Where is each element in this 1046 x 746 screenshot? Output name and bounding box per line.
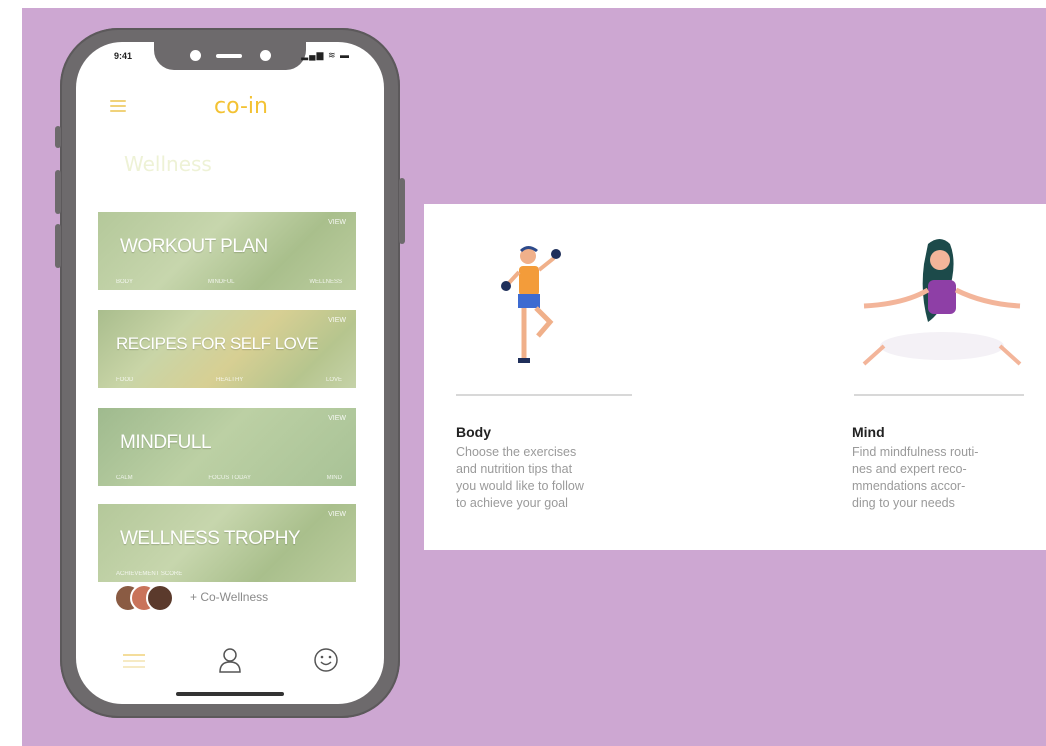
section-title: Wellness <box>124 152 212 176</box>
home-indicator <box>176 692 284 696</box>
menu-icon[interactable] <box>110 100 126 112</box>
co-wellness-label: + Co-Wellness <box>190 590 269 604</box>
profile-icon <box>219 648 241 673</box>
card-mindfull[interactable]: VIEW MINDFULL CALM FOCUS TODAY MIND <box>98 408 356 486</box>
mind-description-line: Find mindfulness routi- <box>852 445 979 459</box>
body-description-line: you would like to follow <box>456 479 584 493</box>
card-footer-label: LOVE <box>325 377 342 383</box>
info-panel: Body Choose the exercises and nutrition … <box>424 204 1046 550</box>
tab-smiley[interactable] <box>306 640 346 680</box>
card-footer-label: FOCUS TODAY <box>208 475 251 481</box>
divider-line <box>854 394 1024 396</box>
phone-mute-button <box>55 126 61 148</box>
card-footer-label: CALM <box>116 475 133 481</box>
card-footer-label: HEALTHY <box>216 377 244 383</box>
mind-title: Mind <box>852 424 885 440</box>
card-title: RECIPES FOR SELF LOVE <box>116 334 319 353</box>
phone-volume-down-button <box>55 224 61 268</box>
background-canvas: 9:41 ▂▄▆ ≋ ▬ co-in Wellness VIEW WORKOUT… <box>22 8 1046 746</box>
body-title: Body <box>456 424 491 440</box>
phone-mockup: 9:41 ▂▄▆ ≋ ▬ co-in Wellness VIEW WORKOUT… <box>55 28 405 718</box>
mind-description-line: mmendations accor- <box>852 479 966 493</box>
phone-power-button <box>399 178 405 244</box>
card-footer-label: ACHIEVEMENT SCORE <box>116 571 183 577</box>
body-description-line: and nutrition tips that <box>456 462 573 476</box>
card-footer: ACHIEVEMENT SCORE <box>116 571 342 577</box>
card-badge: VIEW <box>328 317 346 324</box>
card-footer-label: BODY <box>116 279 134 285</box>
status-time: 9:41 <box>114 51 133 61</box>
card-footer: FOOD HEALTHY LOVE <box>116 377 342 383</box>
mind-description: Find mindfulness routi- nes and expert r… <box>852 444 978 512</box>
phone-screen: 9:41 ▂▄▆ ≋ ▬ co-in Wellness VIEW WORKOUT… <box>76 42 384 704</box>
tab-home[interactable] <box>114 640 154 680</box>
mind-description-line: nes and expert reco- <box>852 462 967 476</box>
phone-volume-up-button <box>55 170 61 214</box>
speaker-grille <box>216 54 242 58</box>
card-footer-label: MIND <box>326 475 342 481</box>
card-title: MINDFULL <box>120 432 212 453</box>
card-title: WELLNESS TROPHY <box>120 528 301 549</box>
card-footer: BODY MINDFUL WELLNESS <box>116 279 342 285</box>
card-badge: VIEW <box>328 415 346 422</box>
card-footer-label: MINDFUL <box>207 279 235 285</box>
body-description-line: to achieve your goal <box>456 496 568 510</box>
sensor-dot <box>260 50 271 61</box>
meditation-illustration <box>862 239 1022 366</box>
body-description: Choose the exercises and nutrition tips … <box>456 444 584 512</box>
body-description-line: Choose the exercises <box>456 445 577 459</box>
tab-bar <box>76 640 384 680</box>
card-wellness-trophy[interactable]: VIEW WELLNESS TROPHY ACHIEVEMENT SCORE <box>98 504 356 582</box>
card-footer: CALM FOCUS TODAY MIND <box>116 475 342 481</box>
divider-line <box>456 394 632 396</box>
app-logo: co-in <box>214 94 268 119</box>
card-title: WORKOUT PLAN <box>120 236 268 257</box>
home-icon <box>123 654 145 668</box>
card-footer-label: FOOD <box>116 377 134 383</box>
card-footer-label: WELLNESS <box>309 279 342 285</box>
phone-notch <box>154 42 306 70</box>
avatar <box>146 584 174 612</box>
camera-dot <box>190 50 201 61</box>
card-badge: VIEW <box>328 511 346 518</box>
smiley-icon <box>314 648 338 672</box>
tab-profile[interactable] <box>210 640 250 680</box>
card-recipes[interactable]: VIEW RECIPES FOR SELF LOVE FOOD HEALTHY … <box>98 310 356 388</box>
exercise-illustration <box>501 246 561 363</box>
mind-description-line: ding to your needs <box>852 496 955 510</box>
status-icons: ▂▄▆ ≋ ▬ <box>301 50 350 60</box>
co-wellness-row[interactable]: + Co-Wellness <box>114 584 344 612</box>
card-workout-plan[interactable]: VIEW WORKOUT PLAN BODY MINDFUL WELLNESS <box>98 212 356 290</box>
card-badge: VIEW <box>328 219 346 226</box>
